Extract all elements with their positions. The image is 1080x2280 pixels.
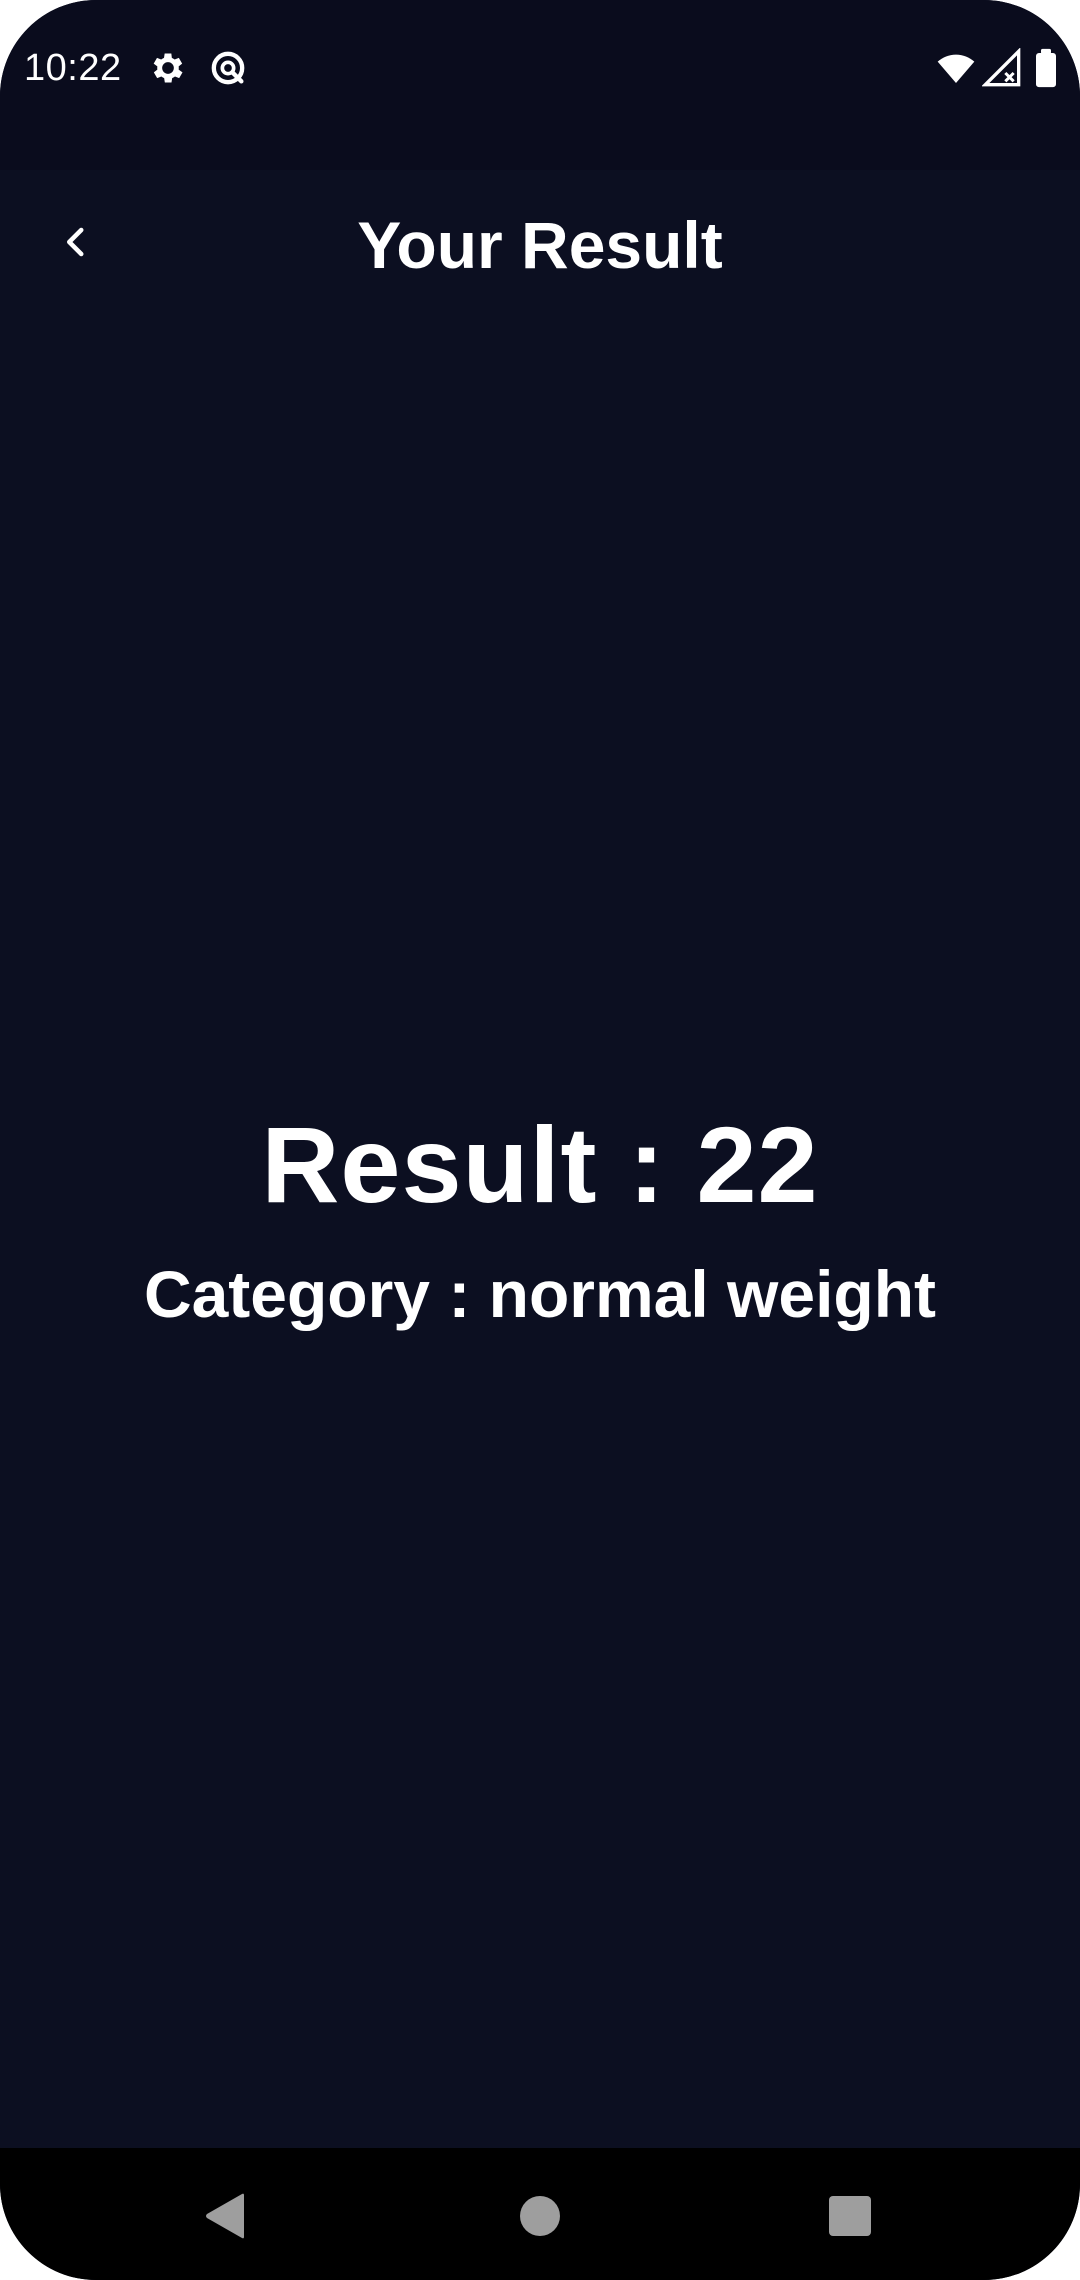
app-bar: Your Result xyxy=(0,170,1080,330)
nav-home-button[interactable] xyxy=(500,2176,580,2256)
nav-back-button[interactable] xyxy=(186,2176,266,2256)
cellular-signal-icon xyxy=(982,48,1022,88)
result-value: Result : 22 xyxy=(261,1104,819,1225)
result-section: Result : 22 Category : normal weight xyxy=(0,1100,1080,1334)
nav-recents-square-icon xyxy=(829,2196,871,2236)
system-navigation-bar xyxy=(0,2148,1080,2280)
data-saver-icon xyxy=(208,48,248,88)
nav-recents-button[interactable] xyxy=(810,2176,890,2256)
status-bar: 10:22 xyxy=(0,0,1080,170)
category-value: Category : normal weight xyxy=(143,1257,937,1331)
nav-back-triangle-icon xyxy=(206,2193,244,2239)
nav-home-circle-icon xyxy=(520,2196,560,2236)
status-time: 10:22 xyxy=(24,47,122,89)
battery-icon xyxy=(1032,48,1060,88)
page-title: Your Result xyxy=(357,208,723,282)
phone-screen: 10:22 Your Result Result : 22 Category :… xyxy=(0,0,1080,2280)
wifi-icon xyxy=(936,48,976,88)
settings-gear-icon xyxy=(148,48,188,88)
